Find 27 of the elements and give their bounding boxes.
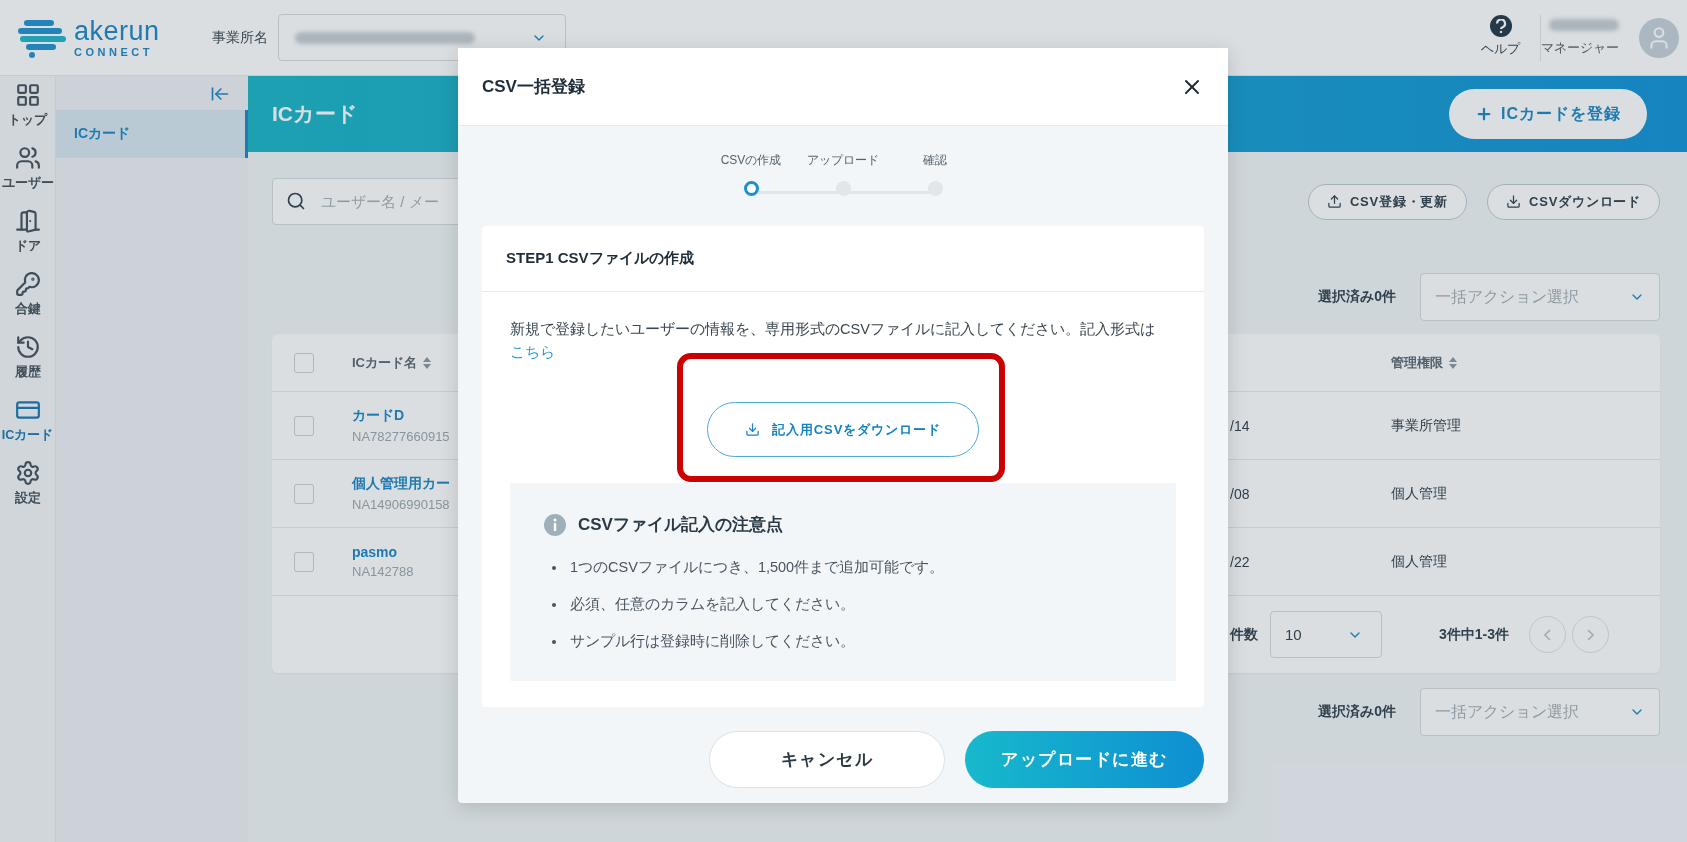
selected-count: 選択済み0件 xyxy=(1318,288,1396,306)
role-cell-text: 事業所管理 xyxy=(1391,416,1462,435)
role-cell-text: 個人管理 xyxy=(1391,484,1448,503)
date-cell-text: /14 xyxy=(1230,417,1251,434)
logo-wordmark: akerun xyxy=(74,17,160,45)
selected-count: 選択済み0件 xyxy=(1318,703,1396,721)
card-number: NA78277660915 xyxy=(352,429,450,444)
per-page-label: 件数 xyxy=(1230,625,1258,644)
logo-subtitle: CONNECT xyxy=(74,46,154,58)
step-title: STEP1 CSVファイルの作成 xyxy=(482,226,1204,292)
role-cell-text: 個人管理 xyxy=(1391,552,1448,571)
note-item: 必須、任意のカラムを記入してください。 xyxy=(544,595,1142,614)
page-range: 3件中1-3件 xyxy=(1439,625,1510,644)
step-label: アップロード xyxy=(807,152,879,169)
card-number: NA14906990158 xyxy=(352,497,450,512)
page-title: ICカード xyxy=(272,101,358,127)
note-item: 1つのCSVファイルにつき、1,500件まで追加可能です。 xyxy=(544,558,1142,577)
date-cell-text: /08 xyxy=(1230,485,1251,502)
notes-title: CSVファイル記入の注意点 xyxy=(578,514,783,536)
card-number: NA142788 xyxy=(352,564,414,579)
step-label: 確認 xyxy=(923,152,947,169)
user-role: マネージャー xyxy=(1541,38,1619,57)
office-label: 事業所名 xyxy=(211,28,268,47)
modal-title: CSV一括登録 xyxy=(482,76,585,98)
date-cell-text: /22 xyxy=(1230,553,1251,570)
step-label: CSVの作成 xyxy=(720,152,782,169)
note-item: サンプル行は登録時に削除してください。 xyxy=(544,632,1142,651)
